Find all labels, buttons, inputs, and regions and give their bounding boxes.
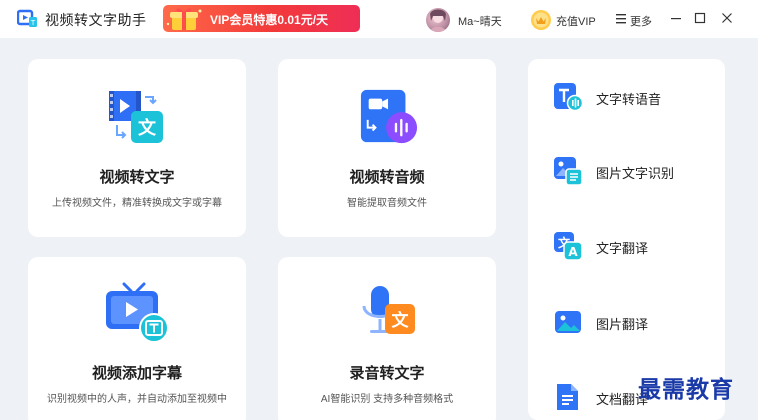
card-description: 上传视频文件，精准转换成文字或字幕	[52, 198, 222, 209]
video-to-text-icon: 文	[109, 91, 163, 143]
sidebar-item-image-ocr[interactable]: 图片文字识别	[528, 146, 725, 196]
text-translate-icon: 文 A	[554, 232, 583, 261]
card-title: 视频转音频	[349, 169, 425, 186]
card-description: 识别视频中的人声，并自动添加至视频中	[47, 394, 227, 405]
card-video-to-text[interactable]: 文 视频转文字 上传视频文件，精准转换成文字或字幕	[28, 59, 246, 237]
text-to-speech-icon	[554, 83, 583, 112]
tools-side-panel: 文字转语音 图片文字识别 文 A 文字翻译 图片翻译 文档翻译	[528, 59, 725, 420]
card-description: AI智能识别 支持多种音频格式	[320, 394, 454, 405]
app-title: 视频转文字助手	[45, 12, 147, 28]
sidebar-item-label: 图片翻译	[596, 317, 649, 332]
gift-icon	[166, 8, 202, 30]
add-subtitles-icon	[106, 282, 169, 343]
promo-text: VIP会员特惠0.01元/天	[210, 13, 329, 27]
sidebar-item-label: 文字转语音	[596, 92, 662, 107]
image-translate-icon	[555, 311, 581, 333]
svg-text:文: 文	[138, 117, 157, 139]
avatar[interactable]	[426, 8, 450, 32]
sidebar-item-label: 文字翻译	[596, 241, 649, 256]
card-video-to-audio[interactable]: 视频转音频 智能提取音频文件	[278, 59, 496, 237]
more-menu-button[interactable]: 更多	[630, 13, 652, 29]
app-logo-icon: T	[17, 9, 37, 27]
card-title: 视频添加字幕	[91, 365, 182, 382]
username[interactable]: Ma~晴天	[458, 13, 502, 29]
svg-text:T: T	[30, 19, 36, 27]
svg-text:文: 文	[392, 310, 410, 331]
vip-promo-banner[interactable]: VIP会员特惠0.01元/天	[163, 5, 360, 32]
vip-crown-icon[interactable]	[530, 9, 552, 31]
sidebar-item-text-to-speech[interactable]: 文字转语音	[528, 72, 725, 122]
menu-icon[interactable]	[616, 13, 627, 24]
card-recording-to-text[interactable]: 文 录音转文字 AI智能识别 支持多种音频格式	[278, 257, 496, 420]
document-translate-icon	[557, 384, 578, 410]
sidebar-item-image-translate[interactable]: 图片翻译	[528, 297, 725, 347]
card-title: 视频转文字	[99, 169, 175, 186]
maximize-icon[interactable]	[692, 10, 708, 26]
svg-text:A: A	[568, 245, 578, 259]
recharge-vip-button[interactable]: 充值VIP	[556, 13, 596, 29]
card-title: 录音转文字	[349, 365, 425, 382]
card-description: 智能提取音频文件	[347, 198, 427, 209]
video-to-audio-icon	[360, 89, 418, 144]
minimize-icon[interactable]	[668, 10, 684, 26]
watermark: 最需教育	[638, 376, 734, 403]
sidebar-item-text-translate[interactable]: 文 A 文字翻译	[528, 221, 725, 271]
recording-to-text-icon: 文	[362, 286, 415, 334]
title-bar: T 视频转文字助手 VIP会员特惠0.01元/天 Ma~晴天 充值VIP 更多	[0, 0, 758, 38]
avatar-image-icon	[430, 9, 446, 32]
close-icon[interactable]	[719, 10, 735, 26]
sidebar-item-label: 图片文字识别	[596, 166, 675, 181]
card-add-subtitles[interactable]: 视频添加字幕 识别视频中的人声，并自动添加至视频中	[28, 257, 246, 420]
image-ocr-icon	[554, 157, 583, 186]
